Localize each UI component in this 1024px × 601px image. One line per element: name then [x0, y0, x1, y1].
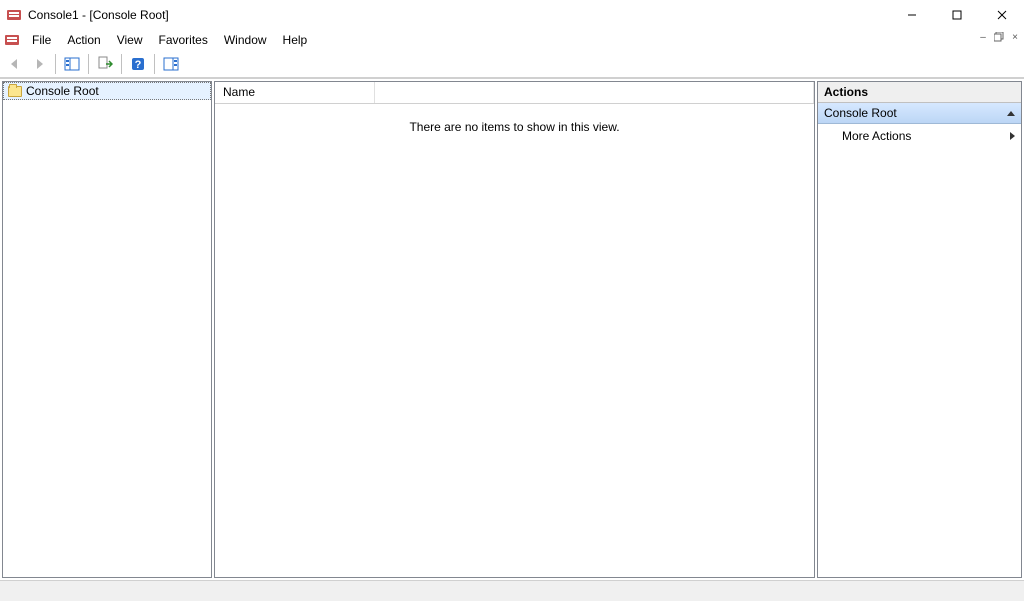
close-button[interactable] [979, 0, 1024, 30]
doc-icon[interactable] [4, 32, 20, 48]
menubar: File Action View Favorites Window Help –… [0, 30, 1024, 50]
column-spacer [375, 82, 814, 103]
maximize-button[interactable] [934, 0, 979, 30]
submenu-icon [1010, 132, 1015, 140]
action-pane-icon [163, 56, 179, 72]
svg-text:?: ? [135, 59, 142, 71]
menu-favorites[interactable]: Favorites [151, 31, 216, 49]
menu-help[interactable]: Help [275, 31, 316, 49]
help-icon: ? [130, 56, 146, 72]
more-actions-item[interactable]: More Actions [818, 124, 1021, 148]
minimize-button[interactable] [889, 0, 934, 30]
titlebar: Console1 - [Console Root] [0, 0, 1024, 30]
actions-section-label: Console Root [824, 106, 897, 120]
center-wrap: Name There are no items to show in this … [214, 81, 815, 578]
toolbar-separator [55, 54, 56, 74]
doc-minimize-button[interactable]: – [976, 30, 990, 44]
menu-file[interactable]: File [24, 31, 59, 49]
window-title: Console1 - [Console Root] [28, 8, 169, 22]
folder-icon [8, 86, 22, 97]
forward-icon [31, 56, 47, 72]
menu-action[interactable]: Action [59, 31, 108, 49]
menu-window[interactable]: Window [216, 31, 275, 49]
back-icon [7, 56, 23, 72]
list-panel: Name There are no items to show in this … [214, 81, 815, 578]
toolbar-separator [88, 54, 89, 74]
collapse-icon [1007, 111, 1015, 116]
more-actions-label: More Actions [842, 129, 911, 143]
actions-section-header[interactable]: Console Root [818, 103, 1021, 124]
toolbar: ? [0, 50, 1024, 78]
tree-panel: Console Root [2, 81, 212, 578]
list-header: Name [215, 82, 814, 104]
show-hide-tree-button[interactable] [61, 53, 83, 75]
app-icon [6, 7, 22, 23]
workspace: Console Root Name There are no items to … [0, 78, 1024, 580]
actions-header: Actions [818, 82, 1021, 103]
action-pane-button[interactable] [160, 53, 182, 75]
window-controls [889, 0, 1024, 30]
tree-toggle-icon [64, 56, 80, 72]
column-name[interactable]: Name [215, 82, 375, 103]
doc-window-controls: – × [976, 30, 1022, 44]
actions-panel: Actions Console Root More Actions [817, 81, 1022, 578]
statusbar [0, 580, 1024, 601]
doc-restore-button[interactable] [992, 30, 1006, 44]
tree-root-label: Console Root [26, 84, 99, 98]
toolbar-separator [121, 54, 122, 74]
doc-close-button[interactable]: × [1008, 30, 1022, 44]
back-button[interactable] [4, 53, 26, 75]
toolbar-separator [154, 54, 155, 74]
help-button[interactable]: ? [127, 53, 149, 75]
empty-list-message: There are no items to show in this view. [215, 104, 814, 577]
export-list-button[interactable] [94, 53, 116, 75]
forward-button[interactable] [28, 53, 50, 75]
tree-root-item[interactable]: Console Root [3, 82, 211, 100]
menu-view[interactable]: View [109, 31, 151, 49]
export-icon [97, 56, 113, 72]
